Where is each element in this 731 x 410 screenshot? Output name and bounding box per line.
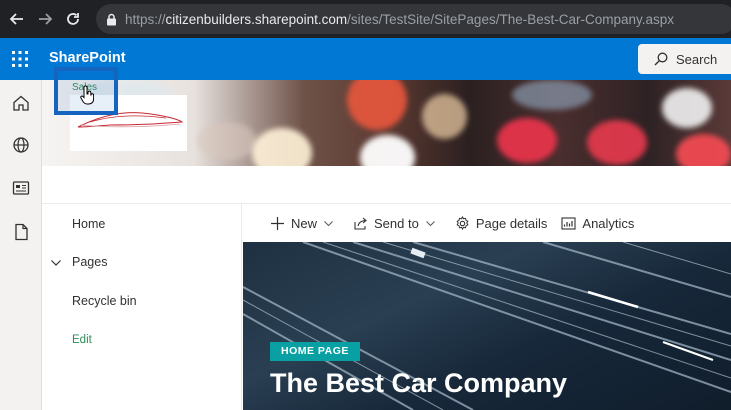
- analytics-button[interactable]: Analytics: [561, 216, 634, 231]
- search-box[interactable]: Search: [638, 44, 731, 74]
- back-arrow-icon: [9, 13, 23, 25]
- site-left-nav: Home Pages Recycle bin Edit: [42, 204, 242, 410]
- home-icon[interactable]: [12, 94, 30, 112]
- send-to-label: Send to: [374, 215, 419, 231]
- page-details-label: Page details: [475, 215, 548, 231]
- back-button[interactable]: [6, 8, 28, 30]
- plus-icon: [271, 216, 284, 230]
- globe-icon[interactable]: [12, 136, 30, 154]
- analytics-label: Analytics: [582, 215, 635, 231]
- page-details-button[interactable]: Page details: [455, 215, 548, 231]
- hero-banner: HOME PAGE The Best Car Company: [243, 242, 731, 410]
- app-launcher-icon[interactable]: [12, 51, 28, 67]
- command-bar: New Send to Page details Analytics: [243, 204, 731, 242]
- forward-button[interactable]: [34, 8, 56, 30]
- address-bar[interactable]: https://citizenbuilders.sharepoint.com/s…: [96, 4, 731, 34]
- reload-icon: [67, 13, 79, 25]
- search-label: Search: [676, 51, 718, 67]
- reload-button[interactable]: [62, 8, 84, 30]
- app-name[interactable]: SharePoint: [49, 50, 126, 66]
- search-icon: [654, 52, 668, 66]
- site-header-banner: Sales: [42, 80, 731, 166]
- page-title: The Best Car Company: [270, 368, 568, 398]
- page-category-badge: HOME PAGE: [270, 342, 360, 361]
- send-to-button[interactable]: Send to: [353, 216, 436, 231]
- gear-icon: [456, 215, 469, 230]
- hand-cursor-icon: [80, 85, 94, 105]
- new-label: New: [291, 215, 318, 231]
- nav-edit-link[interactable]: Edit: [72, 334, 92, 346]
- click-highlight-box: [54, 67, 118, 115]
- chevron-down-icon[interactable]: [50, 257, 62, 269]
- hub-navigation-band: [42, 166, 731, 204]
- news-icon[interactable]: [12, 179, 30, 197]
- new-button[interactable]: New: [270, 216, 334, 231]
- share-icon: [354, 217, 367, 230]
- chevron-down-icon: [425, 220, 435, 226]
- browser-toolbar: https://citizenbuilders.sharepoint.com/s…: [0, 0, 731, 38]
- document-icon[interactable]: [12, 223, 30, 241]
- chevron-down-icon: [324, 220, 333, 226]
- url-text: https://citizenbuilders.sharepoint.com/s…: [125, 11, 675, 27]
- analytics-icon: [561, 216, 576, 230]
- nav-item-recycle-bin[interactable]: Recycle bin: [72, 294, 137, 308]
- nav-item-home[interactable]: Home: [72, 217, 105, 231]
- forward-arrow-icon: [39, 13, 53, 25]
- nav-item-pages[interactable]: Pages: [72, 255, 107, 269]
- lock-icon: [107, 13, 116, 25]
- app-rail: [0, 80, 42, 410]
